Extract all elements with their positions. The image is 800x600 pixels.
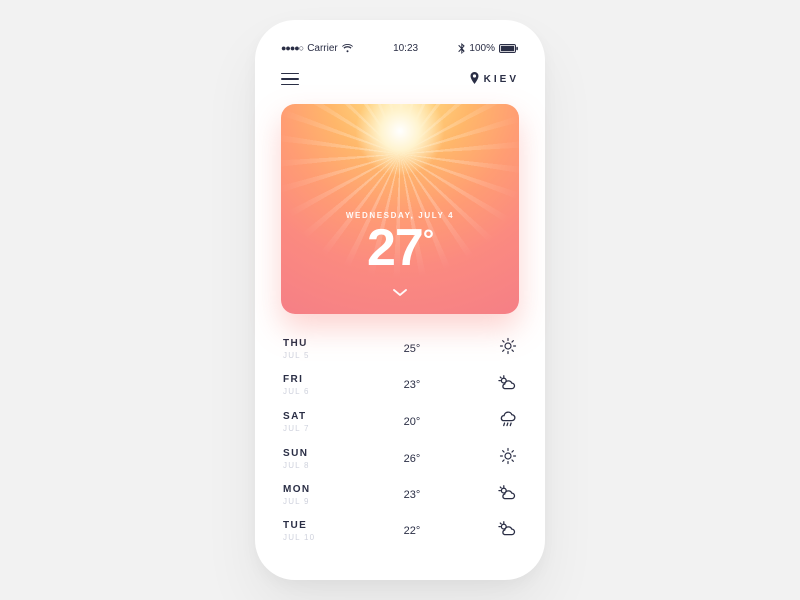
forecast-temperature: 22° <box>331 525 493 537</box>
wifi-icon <box>342 44 353 53</box>
nav-bar: KIEV <box>281 70 519 88</box>
battery-percent-label: 100% <box>469 43 495 54</box>
forecast-day-block: FRI JUL 6 <box>283 374 331 396</box>
location-pin-icon <box>470 72 479 87</box>
forecast-day-label: SUN <box>283 448 331 459</box>
signal-strength-icon: ●●●●○ <box>281 43 303 53</box>
forecast-row[interactable]: SAT JUL 720° <box>281 403 519 440</box>
forecast-temperature: 23° <box>331 489 493 501</box>
forecast-day-block: SAT JUL 7 <box>283 411 331 433</box>
forecast-list: THUJUL 525° FRIJUL 623° SATJUL 720° SUNJ… <box>281 330 519 549</box>
forecast-day-label: TUE <box>283 520 331 531</box>
today-weather-card[interactable]: WEDNESDAY, JULY 4 27° <box>281 104 519 314</box>
phone-frame: ●●●●○ Carrier 10:23 100% KIEV <box>255 20 545 580</box>
forecast-day-block: SUN JUL 8 <box>283 448 331 470</box>
forecast-day-block: TUE JUL 10 <box>283 520 331 542</box>
forecast-day-label: MON <box>283 484 331 495</box>
expand-chevron-icon[interactable] <box>393 284 407 302</box>
status-right: 100% <box>458 43 519 54</box>
forecast-day-block: THU JUL 5 <box>283 338 331 360</box>
status-bar: ●●●●○ Carrier 10:23 100% <box>281 40 519 56</box>
degree-symbol: ° <box>423 224 433 255</box>
sun-icon <box>493 337 517 360</box>
forecast-day-block: MON JUL 9 <box>283 484 331 506</box>
location-label: KIEV <box>484 74 519 85</box>
forecast-day-label: THU <box>283 338 331 349</box>
sun-icon <box>493 447 517 470</box>
forecast-day-label: SAT <box>283 411 331 422</box>
forecast-temperature: 20° <box>331 416 493 428</box>
forecast-row[interactable]: THU JUL 525° <box>281 330 519 367</box>
forecast-temperature: 26° <box>331 453 493 465</box>
forecast-date-label: JUL 8 <box>283 461 331 470</box>
forecast-row[interactable]: SUN JUL 826° <box>281 440 519 477</box>
temperature-value: 27 <box>367 219 423 277</box>
partly-cloudy-icon <box>493 485 517 506</box>
location-button[interactable]: KIEV <box>470 72 519 87</box>
forecast-date-label: JUL 9 <box>283 497 331 506</box>
carrier-label: Carrier <box>307 43 338 54</box>
forecast-row[interactable]: MON JUL 923° <box>281 477 519 513</box>
forecast-row[interactable]: FRI JUL 623° <box>281 367 519 403</box>
forecast-temperature: 25° <box>331 343 493 355</box>
forecast-temperature: 23° <box>331 379 493 391</box>
forecast-day-label: FRI <box>283 374 331 385</box>
partly-cloudy-icon <box>493 521 517 542</box>
menu-button[interactable] <box>281 73 299 86</box>
clock-label: 10:23 <box>393 43 418 54</box>
current-temperature: 27° <box>367 222 433 274</box>
forecast-date-label: JUL 5 <box>283 351 331 360</box>
rain-icon <box>493 410 517 433</box>
forecast-date-label: JUL 7 <box>283 424 331 433</box>
forecast-row[interactable]: TUE JUL 1022° <box>281 513 519 549</box>
status-left: ●●●●○ Carrier <box>281 43 353 54</box>
partly-cloudy-icon <box>493 375 517 396</box>
bluetooth-icon <box>458 43 465 54</box>
forecast-date-label: JUL 10 <box>283 533 331 542</box>
forecast-date-label: JUL 6 <box>283 387 331 396</box>
battery-icon <box>499 44 519 53</box>
